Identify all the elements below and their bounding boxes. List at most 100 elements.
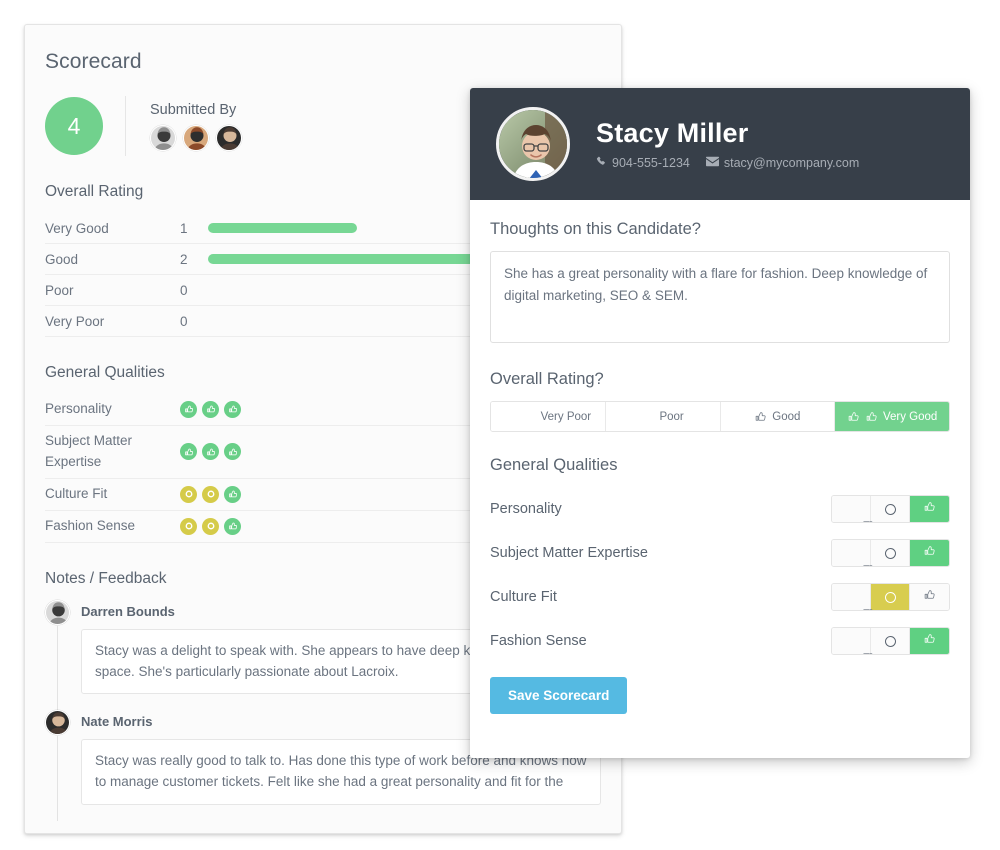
thumbs-up-icon: [923, 500, 936, 518]
general-qualities-inputs: Personality Subject Matter Expertise Cultu…: [490, 487, 950, 663]
quality-label: Subject Matter Expertise: [45, 432, 133, 469]
note-author-avatar[interactable]: [45, 710, 70, 736]
note-timeline-rail: [57, 736, 58, 822]
quality-input-label: Personality: [490, 501, 562, 517]
thumbs-up-icon: [224, 517, 241, 535]
quality-thumbs-down-option[interactable]: [832, 628, 872, 654]
quality-thumbs-up-option[interactable]: [910, 540, 949, 566]
quality-thumbs-down-option[interactable]: [832, 540, 872, 566]
overall-rating-option-label: Very Poor: [540, 410, 592, 423]
candidate-info: Stacy Miller 904-555-1234 stacy@mycompan…: [596, 118, 859, 170]
quality-input-row: Culture Fit: [490, 575, 950, 619]
submitted-by-block: Submitted By: [125, 96, 242, 156]
quality-label: Fashion Sense: [45, 517, 136, 533]
candidate-name: Stacy Miller: [596, 118, 749, 148]
save-scorecard-button[interactable]: Save Scorecard: [490, 677, 628, 714]
rating-bar-count: 1: [180, 220, 188, 236]
thumbs-up-icon: [180, 400, 197, 418]
quality-label: Culture Fit: [45, 485, 108, 501]
neutral-circle-icon: [180, 485, 197, 503]
page-title: Scorecard: [45, 50, 142, 73]
quality-neutral-option[interactable]: [871, 496, 910, 522]
neutral-circle-icon: [202, 517, 219, 535]
candidate-panel-body: Thoughts on this Candidate? Overall Rati…: [470, 200, 970, 663]
overall-rating-option[interactable]: Very Poor: [491, 402, 606, 431]
thumbs-down-icon: [845, 500, 872, 522]
avatar-darren-bounds[interactable]: [150, 124, 176, 151]
quality-toggle-group[interactable]: [831, 583, 950, 611]
overall-rating-option-label: Very Good: [882, 410, 938, 423]
submitted-by-label: Submitted By: [150, 101, 237, 118]
quality-neutral-option[interactable]: [871, 628, 910, 654]
thumbs-up-icon: [202, 400, 219, 418]
quality-neutral-option[interactable]: [871, 584, 910, 610]
overall-rating-option[interactable]: Good: [720, 402, 836, 431]
neutral-circle-icon: [884, 635, 896, 647]
note-author-avatar[interactable]: [45, 599, 70, 625]
quality-thumbs-up-option[interactable]: [910, 584, 949, 610]
quality-vote-icons: [180, 400, 241, 418]
thumbs-up-icon: [754, 410, 767, 423]
avatar-reviewer-two[interactable]: [183, 124, 209, 151]
overall-rating-option[interactable]: Very Good: [835, 402, 949, 431]
envelope-icon: [705, 156, 719, 170]
candidate-avatar: [496, 107, 570, 181]
phone-icon: [596, 156, 607, 170]
panel-general-qualities-heading: General Qualities: [490, 456, 618, 474]
quality-thumbs-down-option[interactable]: [832, 496, 872, 522]
quality-vote-icons: [180, 485, 241, 503]
thumbs-down-icon: [845, 632, 872, 654]
overall-rating-button-group[interactable]: Very Poor Poor Good Very Good: [490, 401, 950, 432]
thoughts-input[interactable]: [490, 251, 950, 343]
thumbs-up-icon: [865, 410, 878, 423]
candidate-header: Stacy Miller 904-555-1234 stacy@mycompan…: [470, 88, 970, 200]
neutral-circle-icon: [202, 485, 219, 503]
quality-input-row: Personality: [490, 487, 950, 531]
thumbs-up-icon: [224, 443, 241, 461]
thoughts-heading: Thoughts on this Candidate?: [490, 220, 701, 238]
quality-toggle-group[interactable]: [831, 627, 950, 655]
thumbs-up-icon: [224, 400, 241, 418]
overall-rating-option[interactable]: Poor: [605, 402, 721, 431]
thumbs-up-icon: [923, 632, 936, 650]
rating-bar-label: Poor: [45, 282, 74, 298]
thumbs-down-icon: [523, 410, 536, 423]
overall-rating-option-label: Good: [772, 410, 801, 423]
quality-toggle-group[interactable]: [831, 539, 950, 567]
candidate-contact: 904-555-1234 stacy@mycompany.com: [596, 156, 859, 170]
rating-bar-fill: [208, 254, 507, 264]
quality-neutral-option[interactable]: [871, 540, 910, 566]
note-timeline-rail: [57, 625, 58, 711]
quality-thumbs-up-option[interactable]: [910, 496, 949, 522]
quality-input-label: Fashion Sense: [490, 633, 587, 649]
thumbs-up-icon: [224, 485, 241, 503]
avatar-nate-morris[interactable]: [216, 124, 242, 151]
quality-thumbs-up-option[interactable]: [910, 628, 949, 654]
neutral-circle-icon: [180, 517, 197, 535]
quality-label: Personality: [45, 401, 112, 416]
neutral-circle-icon: [884, 547, 896, 559]
candidate-email: stacy@mycompany.com: [705, 156, 859, 170]
thumbs-up-icon: [180, 443, 197, 461]
quality-toggle-group[interactable]: [831, 495, 950, 523]
quality-vote-icons: [180, 517, 241, 535]
rating-bar-label: Good: [45, 251, 79, 267]
quality-thumbs-down-option[interactable]: [832, 584, 872, 610]
quality-input-label: Subject Matter Expertise: [490, 545, 648, 561]
rating-bar-fill: [208, 223, 358, 233]
candidate-phone-text: 904-555-1234: [612, 156, 690, 170]
rating-bar-label: Very Good: [45, 220, 109, 236]
submitter-avatar-list: [150, 124, 242, 151]
thumbs-up-icon: [847, 410, 860, 423]
thumbs-down-icon: [845, 544, 872, 566]
quality-input-row: Subject Matter Expertise: [490, 531, 950, 575]
thumbs-down-icon: [505, 410, 518, 423]
overall-rating-question: Overall Rating?: [490, 370, 604, 388]
thumbs-down-icon: [641, 410, 654, 423]
thumbs-up-icon: [202, 443, 219, 461]
rating-bar-count: 0: [180, 313, 188, 329]
candidate-scorecard-panel: Stacy Miller 904-555-1234 stacy@mycompan…: [470, 88, 970, 758]
rating-bar-count: 0: [180, 282, 188, 298]
rating-bar-label: Very Poor: [45, 313, 105, 329]
quality-input-label: Culture Fit: [490, 589, 557, 605]
